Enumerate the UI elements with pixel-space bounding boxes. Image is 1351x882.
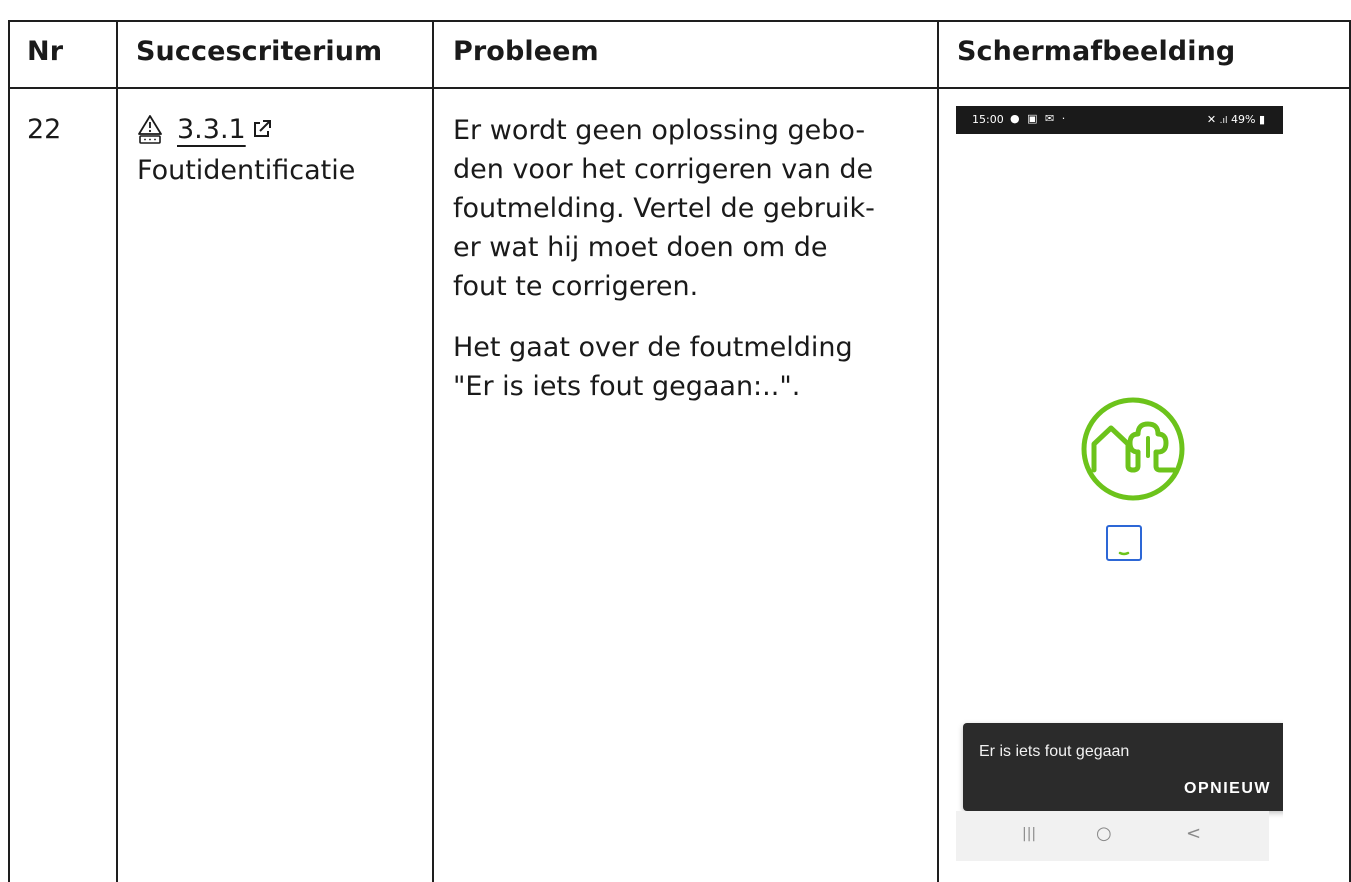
notification-icons: ● ▣ ✉ · [1010, 112, 1068, 125]
warning-icon [138, 115, 162, 144]
criterion-code: 3.3.1 [177, 113, 246, 145]
criterion-link[interactable]: 3.3.1 [177, 114, 272, 145]
status-time: 15:00 [972, 113, 1004, 126]
android-navbar: ||| ○ < [956, 811, 1269, 861]
criterion-cell: 3.3.1 Foutidentificatie [137, 109, 427, 190]
problem-cell: Er wordt geen oplossing gebo- den voor h… [453, 111, 923, 428]
criterion-name: Foutidentificatie [137, 155, 356, 186]
col-border-3 [937, 20, 939, 882]
home-icon[interactable]: ○ [1096, 823, 1112, 844]
back-icon[interactable]: < [1186, 823, 1201, 844]
row-nr: 22 [27, 114, 62, 145]
status-bar: 15:00 ● ▣ ✉ · ✕ .ıl 49% ▮ [956, 106, 1283, 134]
snackbar-retry-button[interactable]: OPNIEUW [1184, 780, 1271, 798]
recent-apps-icon[interactable]: ||| [1022, 826, 1036, 842]
battery-icon: ▮ [1258, 113, 1265, 126]
snackbar: Er is iets fout gegaan OPNIEUW [963, 723, 1283, 811]
header-nr: Nr [27, 36, 64, 67]
col-border-2 [432, 20, 434, 882]
header-bottom-border [8, 87, 1351, 89]
status-right: ✕ .ıl 49% ▮ [1207, 113, 1265, 126]
snackbar-message: Er is iets fout gegaan [979, 743, 1130, 760]
table-top-border [8, 20, 1351, 22]
loading-spinner [1106, 525, 1142, 561]
header-succescriterium: Succescriterium [136, 36, 383, 67]
problem-paragraph-1: Er wordt geen oplossing gebo- den voor h… [453, 115, 875, 302]
header-schermafbeelding: Schermafbeelding [957, 36, 1236, 67]
phone-screenshot: 15:00 ● ▣ ✉ · ✕ .ıl 49% ▮ Er is iets fou… [956, 106, 1283, 862]
header-probleem: Probleem [453, 36, 599, 67]
battery-level: 49% [1230, 113, 1256, 126]
col-border-1 [116, 20, 118, 882]
spinner-arc-icon [1118, 551, 1130, 556]
mute-icon: ✕ [1206, 113, 1217, 126]
col-border-left [8, 20, 10, 882]
app-logo-icon [1081, 397, 1185, 501]
external-link-icon [253, 120, 271, 137]
signal-icon: .ıl [1219, 116, 1228, 126]
problem-paragraph-2: Het gaat over de foutmelding "Er is iets… [453, 332, 853, 402]
